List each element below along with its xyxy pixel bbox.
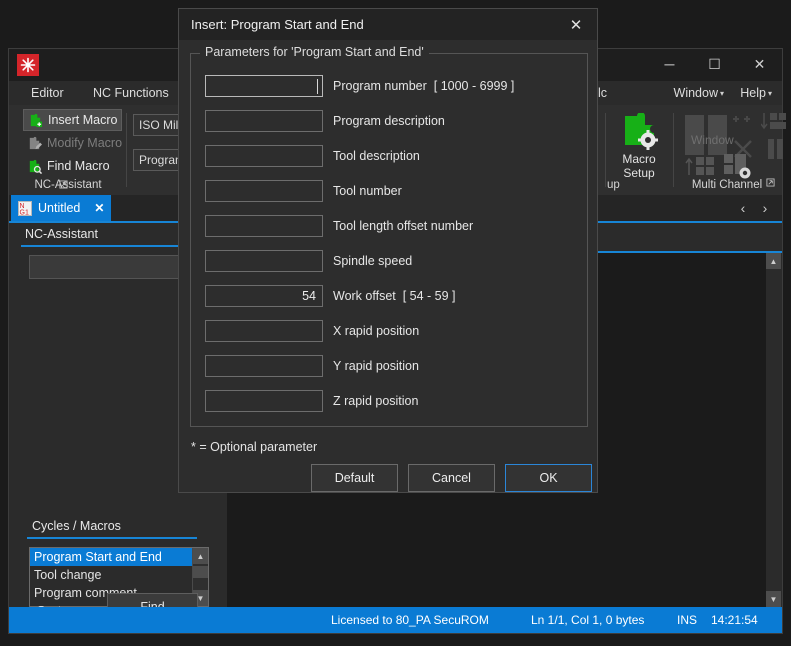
param-label-x-rapid: X rapid position bbox=[333, 324, 420, 338]
nc-document-icon: N G1 bbox=[18, 200, 32, 216]
status-bar: Licensed to 80_PA SecuROM Ln 1/1, Col 1,… bbox=[9, 607, 782, 633]
puzzle-pencil-icon bbox=[27, 136, 42, 151]
param-label-work-offset: Work offset [ 54 - 59 ] bbox=[333, 285, 456, 307]
tool-description-input[interactable] bbox=[205, 145, 323, 167]
tab-cycles-macros[interactable]: Cycles / Macros bbox=[27, 515, 197, 539]
document-tab-label: Untitled bbox=[38, 201, 81, 215]
ribbon-group-caption-nc-assistant: NC-Assistant bbox=[9, 179, 127, 191]
optional-parameter-note: * = Optional parameter bbox=[191, 440, 318, 454]
find-macro-label: Find Macro bbox=[47, 159, 110, 173]
param-range-text: [ 1000 - 6999 ] bbox=[433, 79, 515, 93]
macro-setup-line2: Setup bbox=[623, 166, 655, 180]
spindle-speed-input[interactable] bbox=[205, 250, 323, 272]
modify-macro-label: Modify Macro bbox=[47, 136, 123, 150]
ribbon-group-caption-setup: up bbox=[607, 179, 620, 191]
tool-number-input[interactable] bbox=[205, 180, 323, 202]
ribbon-group-nc-assistant: Insert Macro Modify Macro Find Macro NC-… bbox=[9, 105, 127, 195]
param-label-tool-length-offset: Tool length offset number bbox=[333, 219, 474, 233]
puzzle-search-icon bbox=[27, 159, 43, 174]
menu-item-window[interactable]: Window ▾ bbox=[668, 81, 730, 105]
param-label-program-number: Program number [ 1000 - 6999 ] bbox=[333, 75, 514, 97]
ribbon-group-macro-setup: Macro Setup up bbox=[605, 105, 673, 195]
y-rapid-position-input[interactable] bbox=[205, 355, 323, 377]
param-label-tool-description: Tool description bbox=[333, 149, 420, 163]
menu-item-help[interactable]: Help ▾ bbox=[734, 81, 778, 105]
menu-item-nc-functions[interactable]: NC Functions bbox=[87, 81, 175, 105]
dialog-launcher-icon[interactable] bbox=[766, 176, 775, 190]
insert-macro-button[interactable]: Insert Macro bbox=[23, 109, 123, 131]
work-offset-input[interactable]: 54 bbox=[205, 285, 323, 307]
param-label-y-rapid: Y rapid position bbox=[333, 359, 419, 373]
menu-help-label: Help bbox=[740, 86, 766, 100]
scroll-down-arrow-icon[interactable]: ▼ bbox=[766, 591, 781, 607]
tab-nav-next-button[interactable]: › bbox=[756, 198, 774, 218]
macro-setup-line1: Macro bbox=[622, 152, 656, 166]
ribbon-group-multi-channel: Multi Channel Window bbox=[673, 105, 786, 195]
dialog-title: Insert: Program Start and End bbox=[191, 17, 364, 32]
text-caret bbox=[317, 79, 318, 94]
puzzle-gear-icon[interactable] bbox=[619, 112, 659, 151]
tab-nc-assistant[interactable]: NC-Assistant bbox=[21, 223, 201, 247]
window-group-label: Window bbox=[691, 133, 734, 147]
insert-macro-label: Insert Macro bbox=[48, 113, 118, 127]
z-rapid-position-input[interactable] bbox=[205, 390, 323, 412]
list-item[interactable]: Program Start and End bbox=[30, 548, 208, 566]
window-minimize-button[interactable]: ─ bbox=[647, 49, 692, 79]
param-label-z-rapid: Z rapid position bbox=[333, 394, 419, 408]
add-columns-icon bbox=[733, 115, 755, 134]
program-number-input[interactable] bbox=[205, 75, 323, 97]
status-cursor-position: Ln 1/1, Col 1, 0 bytes bbox=[531, 613, 645, 627]
ribbon-separator bbox=[673, 113, 674, 187]
application-logo-icon bbox=[17, 54, 39, 76]
program-description-input[interactable] bbox=[205, 110, 323, 132]
x-rapid-position-input[interactable] bbox=[205, 320, 323, 342]
param-label-program-description: Program description bbox=[333, 114, 445, 128]
dialog-close-icon[interactable]: ✕ bbox=[555, 9, 597, 40]
document-tab-untitled[interactable]: N G1 Untitled ✕ bbox=[11, 195, 112, 221]
list-item[interactable]: Tool change bbox=[30, 566, 208, 584]
status-license-text: Licensed to 80_PA SecuROM bbox=[331, 613, 489, 627]
menu-item-editor[interactable]: Editor bbox=[25, 81, 70, 105]
split-pair-icon bbox=[765, 137, 787, 164]
find-macro-button[interactable]: Find Macro bbox=[23, 155, 114, 177]
scroll-up-arrow-icon[interactable]: ▲ bbox=[766, 253, 781, 269]
arrange-down-icon bbox=[760, 111, 787, 138]
tab-nav-prev-button[interactable]: ‹ bbox=[734, 198, 752, 218]
ok-button[interactable]: OK bbox=[505, 464, 592, 492]
param-label-text: Work offset bbox=[333, 289, 396, 303]
arrange-up-icon bbox=[685, 155, 717, 180]
cancel-button[interactable]: Cancel bbox=[408, 464, 495, 492]
parameters-fieldset: Parameters for 'Program Start and End' P… bbox=[190, 45, 588, 427]
status-insert-mode: INS bbox=[677, 613, 698, 627]
scroll-up-arrow-icon[interactable]: ▲ bbox=[193, 548, 208, 564]
window-close-button[interactable]: ✕ bbox=[737, 49, 782, 79]
param-label-text: Program number bbox=[333, 79, 427, 93]
param-label-spindle-speed: Spindle speed bbox=[333, 254, 413, 268]
status-time: 14:21:54 bbox=[711, 613, 758, 627]
param-label-tool-number: Tool number bbox=[333, 184, 402, 198]
modify-macro-button[interactable]: Modify Macro bbox=[23, 132, 126, 154]
param-range-text: [ 54 - 59 ] bbox=[402, 289, 456, 303]
chevron-down-icon: ▾ bbox=[767, 88, 772, 98]
channel-settings-icon[interactable] bbox=[723, 153, 755, 182]
svg-text:G1: G1 bbox=[20, 209, 29, 216]
parameters-legend: Parameters for 'Program Start and End' bbox=[200, 45, 429, 59]
insert-macro-dialog: Insert: Program Start and End ✕ Paramete… bbox=[178, 8, 598, 493]
scrollbar-thumb[interactable] bbox=[193, 566, 208, 578]
editor-scrollbar[interactable]: ▲ ▼ bbox=[766, 253, 782, 607]
dialog-titlebar: Insert: Program Start and End ✕ bbox=[179, 9, 597, 40]
macro-setup-label: Macro Setup bbox=[605, 152, 673, 180]
window-maximize-button[interactable]: ☐ bbox=[692, 49, 737, 79]
puzzle-plus-icon bbox=[28, 113, 43, 128]
default-button[interactable]: Default bbox=[311, 464, 398, 492]
close-icon[interactable]: ✕ bbox=[94, 201, 104, 215]
menu-window-label: Window bbox=[673, 86, 718, 100]
dialog-launcher-icon[interactable] bbox=[59, 180, 68, 191]
chevron-down-icon: ▾ bbox=[719, 88, 724, 98]
tool-length-offset-number-input[interactable] bbox=[205, 215, 323, 237]
